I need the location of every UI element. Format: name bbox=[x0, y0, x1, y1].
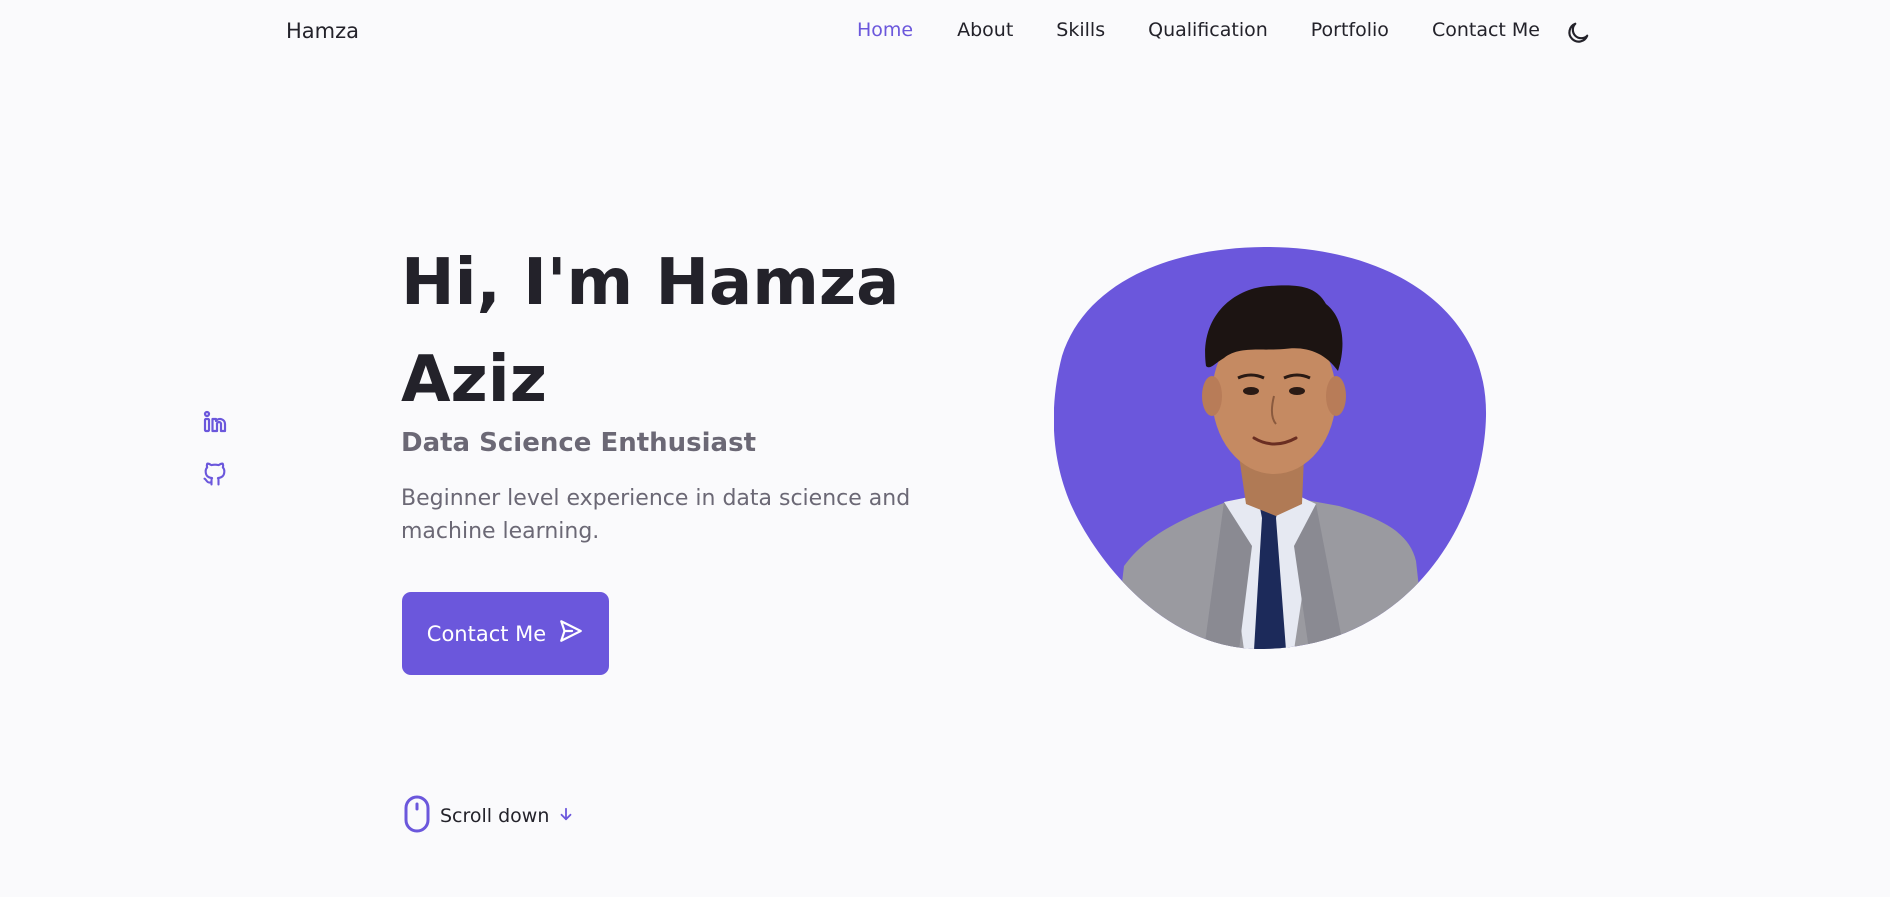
hero-subtitle: Data Science Enthusiast bbox=[401, 428, 756, 458]
social-links bbox=[201, 408, 229, 488]
scroll-down-link[interactable]: Scroll down bbox=[402, 795, 575, 837]
logo[interactable]: Hamza bbox=[286, 19, 359, 43]
nav-contact[interactable]: Contact Me bbox=[1432, 19, 1540, 41]
arrow-down-icon bbox=[557, 805, 575, 827]
github-icon[interactable] bbox=[201, 460, 229, 488]
main-nav: Home About Skills Qualification Portfoli… bbox=[857, 19, 1540, 41]
nav-skills[interactable]: Skills bbox=[1056, 19, 1105, 41]
linkedin-icon[interactable] bbox=[201, 408, 229, 436]
header: Hamza Home About Skills Qualification Po… bbox=[0, 0, 1890, 66]
hero-title: Hi, I'm Hamza Aziz bbox=[401, 246, 900, 417]
scroll-down-label: Scroll down bbox=[440, 805, 550, 827]
send-icon bbox=[558, 618, 584, 649]
profile-photo bbox=[1053, 246, 1488, 650]
moon-icon[interactable] bbox=[1565, 20, 1591, 46]
contact-me-label: Contact Me bbox=[426, 621, 547, 646]
hero-description: Beginner level experience in data scienc… bbox=[401, 486, 911, 544]
nav-portfolio[interactable]: Portfolio bbox=[1311, 19, 1389, 41]
nav-qualification[interactable]: Qualification bbox=[1148, 19, 1268, 41]
nav-home[interactable]: Home bbox=[857, 19, 913, 41]
nav-about[interactable]: About bbox=[957, 19, 1013, 41]
mouse-icon bbox=[402, 795, 432, 837]
contact-me-button[interactable]: Contact Me bbox=[402, 592, 609, 675]
